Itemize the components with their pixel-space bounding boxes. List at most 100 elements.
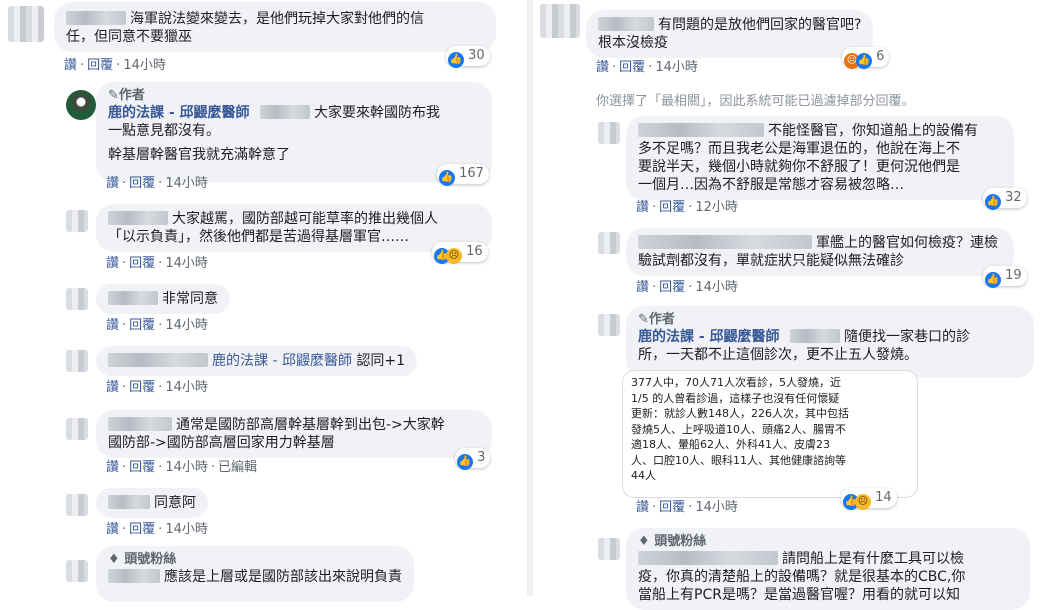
avatar[interactable] [66,350,88,372]
comment-bubble: ✎作者 鹿的法課 - 邱鼹麼醫師 大家要來幹國防布我 一點意見都沒有。 幹基層幹… [96,82,492,182]
blurred-username[interactable] [790,329,841,343]
like-link[interactable]: 讚 [636,280,649,295]
timestamp[interactable]: 14小時 [165,380,208,395]
comment-text: 一個月…因為不舒服是常態才容易被忽略… [638,177,904,193]
comment-bubble: 通常是國防部高層幹基層幹到出包->大家幹 國防部->國防部高層回家用力幹基層 [96,410,492,458]
mentioned-user[interactable]: 鹿的法課 - 邱鼹麼醫師 [212,353,352,369]
card-line: 人、口腔10人、眼科11人、其他健康諮詢等 [631,453,846,467]
comment-text: 隨便找一家巷口的診 [844,329,971,345]
like-link[interactable]: 讚 [596,60,609,75]
reaction-count[interactable]: 👍 30 [446,46,490,68]
reply-link[interactable]: 回覆 [129,380,155,395]
avatar[interactable] [66,494,88,516]
comment-actions: 讚 · 回覆 · 14小時 [106,380,208,395]
comment-text: 同意阿 [154,495,196,511]
like-link[interactable]: 讚 [106,460,119,475]
reply-link[interactable]: 回覆 [129,176,155,191]
avatar[interactable] [66,210,88,232]
blurred-username[interactable] [638,551,778,565]
comment-text: 疫，你真的清楚船上的設備嗎？就是很基本的CBC,你 [638,569,966,585]
reply-link[interactable]: 回覆 [129,256,155,271]
blurred-username[interactable] [638,123,764,137]
blurred-username[interactable] [108,211,168,225]
reply-link[interactable]: 回覆 [129,460,155,475]
reaction-count[interactable]: 👍 32 [983,188,1027,210]
reply-link[interactable]: 回覆 [87,58,113,73]
avatar[interactable] [66,418,88,440]
reply-link[interactable]: 回覆 [659,280,685,295]
avatar[interactable] [66,288,88,310]
timestamp[interactable]: 14小時 [165,256,208,271]
reply-link[interactable]: 回覆 [659,500,685,515]
like-link[interactable]: 讚 [106,176,119,191]
reply-link[interactable]: 回覆 [129,318,155,333]
avatar[interactable] [540,4,580,38]
reaction-count[interactable]: 👍 167 [437,164,489,186]
blurred-username[interactable] [598,17,654,31]
reaction-count[interactable]: 👍 19 [983,266,1027,288]
comment-text: 幹基層幹醫官我就充滿幹意了 [108,147,290,163]
reaction-count[interactable]: ☹👍 6 [842,47,890,69]
comment-text: 驗試劑都沒有，單就症狀只能疑似無法確診 [638,253,904,269]
avatar[interactable] [598,538,620,560]
avatar[interactable] [66,560,88,582]
top-fan-badge: 頭號粉絲 [654,534,707,549]
comment-bubble: 不能怪醫官，你知道船上的設備有 多不足嗎？而且我老公是海軍退伍的，他說在海上不 … [626,116,1014,200]
comment-bubble: ♦ 頭號粉絲 請問船上是有什麼工具可以檢 疫，你真的清楚船上的設備嗎？就是很基本… [626,528,1030,610]
comment-text: 要說半天，幾個小時就夠你不舒服了！更何況他們是 [638,159,960,175]
avatar[interactable] [8,6,44,42]
timestamp[interactable]: 14小時 [165,318,208,333]
edited-label[interactable]: 已編輯 [218,460,257,475]
like-link[interactable]: 讚 [106,256,119,271]
timestamp[interactable]: 14小時 [695,500,738,515]
timestamp[interactable]: 14小時 [655,60,698,75]
reply-link[interactable]: 回覆 [659,200,685,215]
blurred-username[interactable] [108,417,172,431]
comment-text: 多不足嗎？而且我老公是海軍退伍的，他說在海上不 [638,141,960,157]
like-link[interactable]: 讚 [106,318,119,333]
blurred-username[interactable] [108,569,160,583]
reaction-count[interactable]: 👍☹ 16 [432,242,488,264]
pencil-icon: ✎ [108,88,119,103]
card-line: 更新：就診人數148人，226人次，其中包括 [631,407,849,420]
blurred-username[interactable] [66,11,126,25]
like-link[interactable]: 讚 [636,500,649,515]
author-name[interactable]: 鹿的法課 - 邱鼹麼醫師 [638,329,780,345]
blurred-username[interactable] [638,235,812,249]
reaction-count[interactable]: 👍 3 [455,448,491,470]
reply-link[interactable]: 回覆 [619,60,645,75]
comment-bubble: 非常同意 [96,284,230,314]
author-badge: 作者 [118,88,145,103]
avatar[interactable] [598,232,620,254]
like-link[interactable]: 讚 [106,380,119,395]
author-avatar[interactable] [598,314,620,336]
like-reaction-icon: 👍 [985,194,1001,210]
blurred-username[interactable] [260,105,311,119]
avatar[interactable] [598,122,620,144]
timestamp[interactable]: 14小時 [695,280,738,295]
like-link[interactable]: 讚 [636,200,649,215]
blurred-username[interactable] [108,495,150,509]
card-line: 44人 [631,469,656,482]
reaction-count[interactable]: 👍☹ 14 [841,488,897,510]
timestamp[interactable]: 14小時 [165,176,208,191]
comment-actions: 讚 · 回覆 · 14小時 [64,58,166,73]
comment-text: 所，一天都不止這個診次，更不止五人發燒。 [638,347,918,363]
timestamp[interactable]: 14小時 [123,58,166,73]
like-link[interactable]: 讚 [64,58,77,73]
comment-actions: 讚 · 回覆 · 12小時 [636,200,738,215]
top-fan-badge: 頭號粉絲 [124,552,177,567]
blurred-username[interactable] [108,291,158,305]
comment-actions: 讚 · 回覆 · 14小時 [106,522,208,537]
reply-link[interactable]: 回覆 [129,522,155,537]
blurred-username[interactable] [108,353,208,367]
timestamp[interactable]: 14小時 [165,460,208,475]
attached-text-card[interactable]: 377人中，70人71人次看診，5人發燒，近 1/5 的人曾看診過，這樣子也沒有… [622,370,918,498]
timestamp[interactable]: 14小時 [165,522,208,537]
like-link[interactable]: 讚 [106,522,119,537]
author-name[interactable]: 鹿的法課 - 邱鼹麼醫師 [108,105,250,121]
comment-text: 當船上有PCR是嗎？是當過醫官喔？用看的就可以知 [638,587,960,603]
timestamp[interactable]: 12小時 [695,200,738,215]
comment-text: 根本沒檢疫 [598,35,668,51]
author-avatar[interactable] [66,90,96,120]
